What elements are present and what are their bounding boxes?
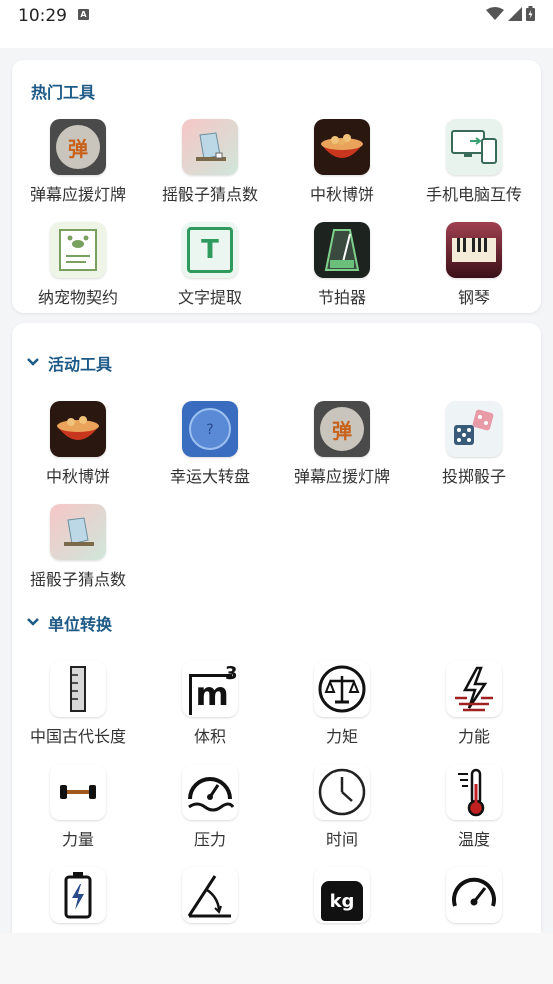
tool-label: 摇骰子猜点数 — [161, 185, 258, 204]
chevron-down-icon[interactable] — [26, 615, 40, 629]
thermometer-icon — [446, 764, 502, 820]
hot-tools-card: 热门工具 弹 弹幕应援灯牌 摇骰子猜点数 中秋博饼 手机电脑互传 纳宠物契约 T — [12, 60, 541, 313]
tool-danmu-activity[interactable]: 弹 弹幕应援灯牌 — [276, 401, 408, 487]
tool-label: 文字提取 — [177, 288, 242, 307]
tool-mooncake-activity[interactable]: 中秋博饼 — [12, 401, 144, 487]
unit-speed[interactable] — [408, 867, 540, 929]
tool-danmu-light[interactable]: 弹 弹幕应援灯牌 — [12, 119, 144, 205]
tool-label: 弹幕应援灯牌 — [293, 467, 390, 486]
unit-energy[interactable]: 力能 — [408, 661, 540, 747]
piano-icon — [446, 222, 502, 278]
pet-contract-icon — [50, 222, 106, 278]
battery-icon — [50, 867, 106, 923]
tool-label: 温度 — [457, 830, 490, 849]
tool-label: 手机电脑互传 — [425, 185, 522, 204]
lucky-wheel-icon: ? — [182, 401, 238, 457]
tool-metronome[interactable]: 节拍器 — [276, 222, 408, 308]
tool-dice-cup-activity[interactable]: 摇骰子猜点数 — [12, 504, 144, 590]
tool-label: 中秋博饼 — [45, 467, 110, 486]
ruler-icon — [50, 661, 106, 717]
clock-icon — [314, 764, 370, 820]
bottom-area — [0, 933, 553, 984]
phone-pc-transfer-icon — [446, 119, 502, 175]
unit-force[interactable]: 力量 — [12, 764, 144, 850]
tool-label: 钢琴 — [457, 288, 490, 307]
tool-mooncake[interactable]: 中秋博饼 — [276, 119, 408, 205]
tool-lucky-wheel[interactable]: ? 幸运大转盘 — [144, 401, 276, 487]
wifi-icon — [486, 6, 504, 20]
tool-phone-pc-transfer[interactable]: 手机电脑互传 — [408, 119, 540, 205]
unit-conversion-title[interactable]: 单位转换 — [48, 611, 112, 635]
angle-icon — [182, 867, 238, 923]
activity-tools-title[interactable]: 活动工具 — [48, 351, 112, 375]
unit-time[interactable]: 时间 — [276, 764, 408, 850]
unit-angle[interactable] — [144, 867, 276, 929]
dumbbell-icon — [50, 764, 106, 820]
notification-a-icon: A — [78, 9, 89, 20]
tool-label: 弹幕应援灯牌 — [29, 185, 126, 204]
kg-weight-icon: kg — [314, 867, 370, 923]
dice-icon — [446, 401, 502, 457]
svg-text:?: ? — [206, 422, 213, 438]
tool-label: 力矩 — [325, 727, 358, 746]
tool-label: 体积 — [193, 727, 226, 746]
unit-torque[interactable]: 力矩 — [276, 661, 408, 747]
chevron-down-icon[interactable] — [26, 355, 40, 369]
pressure-gauge-icon — [182, 764, 238, 820]
tool-pet-contract[interactable]: 纳宠物契约 — [12, 222, 144, 308]
dice-cup-icon — [182, 119, 238, 175]
cubic-meter-icon: m 3 — [182, 661, 238, 717]
tool-label: 压力 — [193, 830, 226, 849]
unit-volume[interactable]: m 3 体积 — [144, 661, 276, 747]
tool-label: 幸运大转盘 — [169, 467, 250, 486]
tool-dice-cup[interactable]: 摇骰子猜点数 — [144, 119, 276, 205]
tool-text-extract[interactable]: T 文字提取 — [144, 222, 276, 308]
status-time: 10:29 — [18, 6, 67, 26]
tool-throw-dice[interactable]: 投掷骰子 — [408, 401, 540, 487]
mooncake-bowl-icon — [314, 119, 370, 175]
metronome-icon — [314, 222, 370, 278]
unit-mass[interactable]: kg — [276, 867, 408, 929]
battery-status-icon — [526, 6, 535, 21]
signal-icon — [508, 6, 522, 21]
tool-label: 中秋博饼 — [309, 185, 374, 204]
tool-label: 节拍器 — [317, 288, 366, 307]
danmu-icon: 弹 — [314, 401, 370, 457]
energy-icon — [446, 661, 502, 717]
tool-label: 纳宠物契约 — [37, 288, 118, 307]
status-bar: 10:29 A — [0, 0, 553, 48]
tool-label: 力量 — [61, 830, 94, 849]
speedometer-icon — [446, 867, 502, 923]
unit-pressure[interactable]: 压力 — [144, 764, 276, 850]
text-extract-icon: T — [182, 222, 238, 278]
tool-label: 时间 — [325, 830, 358, 849]
tool-label: 力能 — [457, 727, 490, 746]
unit-ancient-length[interactable]: 中国古代长度 — [12, 661, 144, 747]
tools-card: 活动工具 中秋博饼 ? 幸运大转盘 弹 弹幕应援灯牌 投掷骰子 摇骰子猜点数 单… — [12, 323, 541, 933]
unit-battery[interactable] — [12, 867, 144, 929]
tool-piano[interactable]: 钢琴 — [408, 222, 540, 308]
balance-scale-icon — [314, 661, 370, 717]
dice-cup-icon — [50, 504, 106, 560]
tool-label: 中国古代长度 — [29, 727, 126, 746]
tool-label: 投掷骰子 — [441, 467, 506, 486]
unit-temperature[interactable]: 温度 — [408, 764, 540, 850]
danmu-icon: 弹 — [50, 119, 106, 175]
mooncake-bowl-icon — [50, 401, 106, 457]
tool-label: 摇骰子猜点数 — [29, 570, 126, 589]
hot-tools-title: 热门工具 — [31, 83, 96, 102]
